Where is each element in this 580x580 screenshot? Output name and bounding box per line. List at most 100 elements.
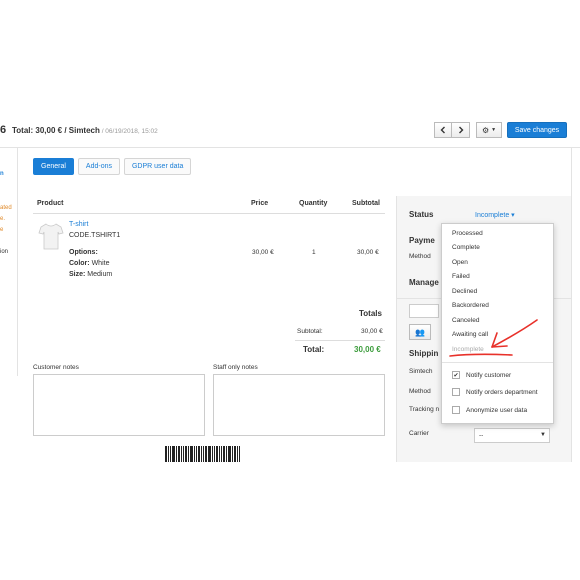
barcode-bar: [165, 446, 167, 462]
subtotal-value: 30,00 €: [361, 328, 383, 335]
totals-divider: [295, 340, 385, 341]
right-divider: [571, 148, 572, 462]
status-option-open[interactable]: Open: [452, 259, 468, 266]
shipping-carrier-name: Simtech: [409, 368, 433, 375]
totals-heading: Totals: [359, 309, 382, 318]
barcode-bar: [188, 446, 189, 462]
checkbox-unchecked[interactable]: [452, 388, 460, 396]
manager-input[interactable]: [409, 304, 439, 318]
barcode-bar: [237, 446, 238, 462]
barcode-bar: [181, 446, 182, 462]
barcode-bar: [234, 446, 236, 462]
options-label: Options:: [69, 249, 98, 256]
checkbox-unchecked[interactable]: [452, 406, 460, 414]
tshirt-thumbnail[interactable]: [38, 222, 64, 250]
product-option-color: Color: White: [69, 260, 109, 267]
status-option-canceled[interactable]: Canceled: [452, 317, 479, 324]
left-strip-text: ated: [0, 205, 12, 211]
order-tabs: General Add-ons GDPR user data: [33, 158, 192, 175]
staff-notes-label: Staff only notes: [213, 364, 258, 371]
gear-icon: ⚙: [481, 125, 490, 135]
tracking-number-label: Tracking n: [409, 406, 440, 413]
dropdown-divider: [442, 362, 553, 363]
carrier-label: Carrier: [409, 430, 429, 437]
size-label: Size:: [69, 271, 86, 278]
barcode-bar: [221, 446, 222, 462]
subtotal-label: Subtotal:: [297, 328, 323, 335]
total-value: 30,00 €: [354, 345, 381, 354]
column-header-product: Product: [37, 200, 64, 207]
assign-users-button[interactable]: 👥: [409, 324, 431, 340]
save-changes-button[interactable]: Save changes: [507, 122, 567, 138]
product-options-label: Options:: [69, 249, 98, 256]
tab-general[interactable]: General: [33, 158, 74, 175]
customer-notes-label: Customer notes: [33, 364, 79, 371]
barcode-bar: [172, 446, 175, 462]
status-option-failed[interactable]: Failed: [452, 273, 470, 280]
prev-next-nav: [434, 122, 470, 138]
products-table-header: Product Price Quantity Subtotal: [33, 200, 385, 214]
left-strip-text: e: [0, 227, 4, 233]
status-option-complete[interactable]: Complete: [452, 244, 480, 251]
product-price: 30,00 €: [252, 249, 274, 256]
anonymize-user-data-checkbox[interactable]: Anonymize user data: [452, 406, 527, 414]
barcode-bar: [216, 446, 218, 462]
payment-method-label: Method: [409, 253, 431, 260]
payment-heading: Payme: [409, 236, 435, 245]
notify-customer-checkbox[interactable]: ✔ Notify customer: [452, 371, 511, 379]
customer-notes-textarea[interactable]: [33, 374, 205, 436]
status-option-awaiting-call[interactable]: Awaiting call: [452, 331, 488, 338]
barcode-bar: [176, 446, 177, 462]
left-strip-link[interactable]: n: [0, 171, 4, 177]
order-date: / 06/19/2018, 15:02: [99, 128, 158, 135]
status-option-declined[interactable]: Declined: [452, 288, 477, 295]
tab-gdpr-user-data[interactable]: GDPR user data: [123, 158, 192, 175]
barcode-bar: [178, 446, 180, 462]
barcode-bar: [201, 446, 202, 462]
carrier-select-value: --: [479, 432, 484, 439]
status-option-incomplete: Incomplete: [452, 346, 484, 353]
barcode-bar: [214, 446, 215, 462]
barcode-bar: [203, 446, 204, 462]
page-title-text: Total: 30,00 € / Simtech: [12, 126, 100, 135]
barcode-bar: [205, 446, 207, 462]
column-header-subtotal: Subtotal: [352, 200, 380, 207]
caret-down-icon: ▼: [540, 432, 546, 438]
barcode-bar: [212, 446, 213, 462]
product-name-link[interactable]: T-shirt: [69, 221, 88, 228]
status-dropdown-toggle[interactable]: Incomplete ▾: [475, 211, 515, 219]
settings-dropdown-button[interactable]: ⚙ ▼: [476, 122, 502, 138]
barcode-bar: [198, 446, 200, 462]
caret-down-icon: ▼: [491, 127, 497, 133]
barcode-bar: [226, 446, 227, 462]
color-value: White: [91, 260, 110, 267]
barcode-bar: [232, 446, 233, 462]
staff-notes-textarea[interactable]: [213, 374, 385, 436]
shipping-method-label: Method: [409, 388, 431, 395]
size-value: Medium: [87, 271, 113, 278]
barcode-bar: [219, 446, 220, 462]
notify-orders-department-label: Notify orders department: [466, 388, 538, 396]
barcode-bar: [196, 446, 197, 462]
prev-order-button[interactable]: [434, 122, 452, 138]
carrier-select[interactable]: -- ▼: [474, 428, 550, 443]
product-quantity: 1: [312, 249, 316, 256]
top-toolbar: 6 Total: 30,00 € / Simtech / 06/19/2018,…: [0, 112, 580, 148]
product-code: CODE.TSHIRT1: [69, 232, 121, 239]
tab-add-ons[interactable]: Add-ons: [77, 158, 120, 175]
column-header-quantity: Quantity: [299, 200, 328, 207]
order-number: 6: [0, 124, 7, 136]
left-sidebar-strip: n ated e. e ion: [0, 148, 18, 376]
barcode-bar: [223, 446, 225, 462]
anonymize-user-data-label: Anonymize user data: [466, 406, 528, 414]
chevron-right-icon: [458, 126, 463, 134]
status-option-processed[interactable]: Processed: [452, 230, 483, 237]
status-option-backordered[interactable]: Backordered: [452, 302, 489, 309]
barcode-bar: [190, 446, 193, 462]
chevron-left-icon: [440, 126, 445, 134]
product-subtotal: 30,00 €: [357, 249, 379, 256]
status-dropdown-menu: Processed Complete Open Failed Declined …: [441, 223, 554, 424]
checkbox-checked[interactable]: ✔: [452, 371, 460, 379]
notify-orders-department-checkbox[interactable]: Notify orders department: [452, 388, 538, 396]
next-order-button[interactable]: [452, 122, 470, 138]
